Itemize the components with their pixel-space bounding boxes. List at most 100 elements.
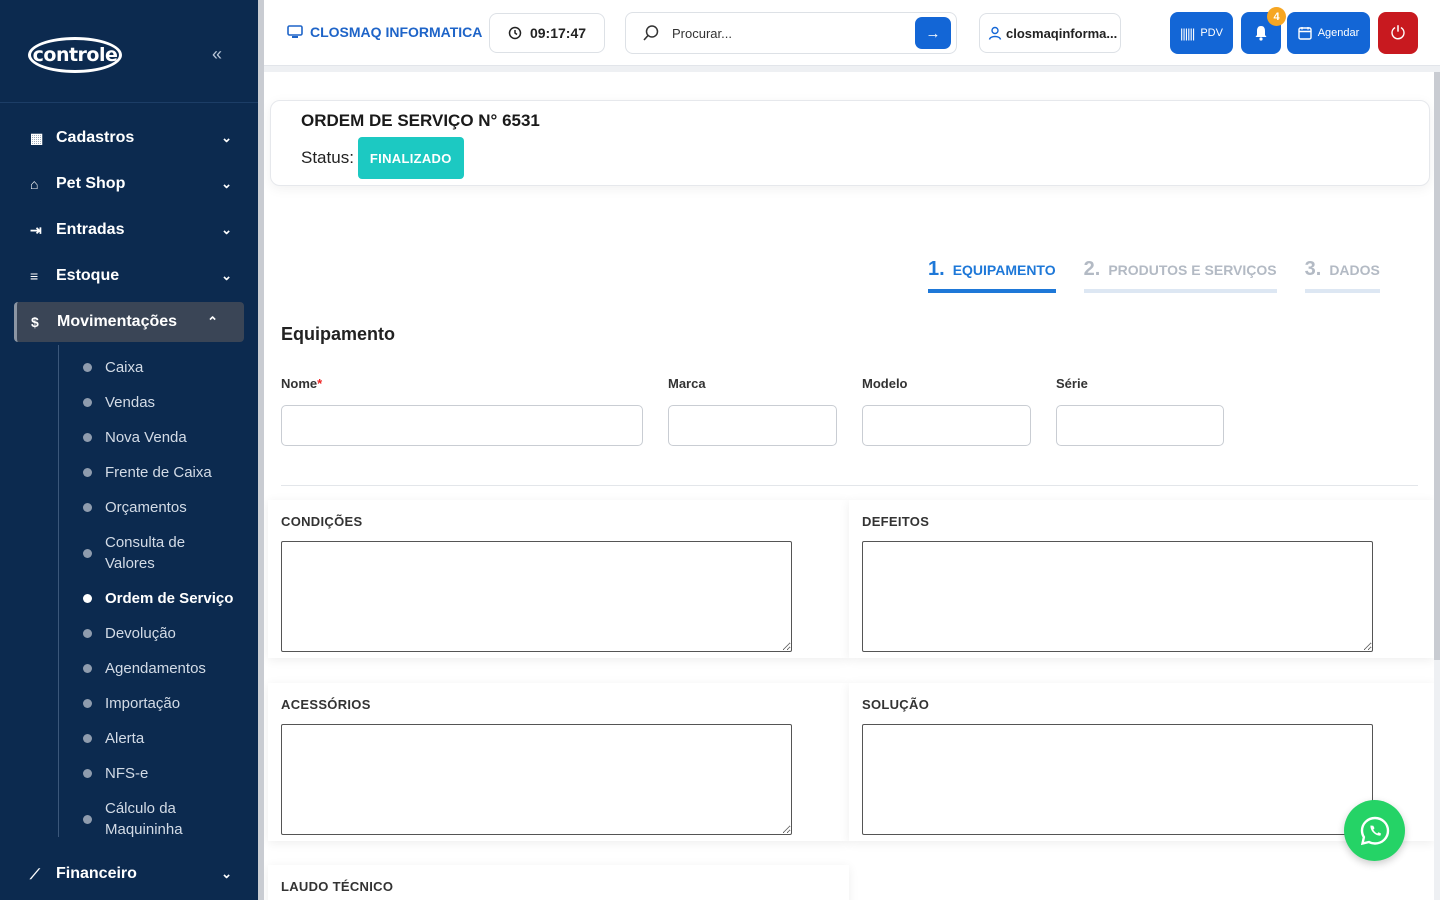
sidebar-item-label: Financeiro [56, 865, 137, 882]
sidebar-item-estoque[interactable]: ≡ Estoque ⌄ [0, 253, 258, 299]
submenu-label: Nova Venda [105, 429, 187, 446]
topbar: CLOSMAQ INFORMATICA 09:17:47 → closmaqin… [264, 0, 1440, 66]
submenu-item-caixa[interactable]: Caixa [0, 350, 258, 385]
bullet-icon [83, 629, 92, 638]
submenu-item-alerta[interactable]: Alerta [0, 721, 258, 756]
status-label: Status: [301, 148, 354, 167]
sidebar-item-label: Entradas [56, 221, 125, 238]
user-icon [988, 26, 1002, 40]
login-icon: ⇥ [30, 221, 42, 238]
dollar-icon: $ [31, 314, 39, 330]
bullet-icon [83, 769, 92, 778]
submenu-item-ordem-de-servico[interactable]: Ordem de Serviço [0, 581, 258, 616]
modelo-field[interactable] [862, 405, 1031, 446]
serie-label: Série [1056, 376, 1088, 391]
acessorios-label: ACESSÓRIOS [281, 697, 371, 712]
submenu-item-orcamentos[interactable]: Orçamentos [0, 490, 258, 525]
submenu-item-importacao[interactable]: Importação [0, 686, 258, 721]
submenu-item-agendamentos[interactable]: Agendamentos [0, 651, 258, 686]
agendar-label: Agendar [1317, 27, 1360, 39]
search-submit-button[interactable]: → [915, 17, 951, 49]
defeitos-textarea[interactable] [862, 541, 1373, 652]
sidebar-item-entradas[interactable]: ⇥ Entradas ⌄ [0, 207, 258, 253]
bell-icon [1255, 26, 1267, 41]
main-content: ORDEM DE SERVIÇO N° 6531 Status: FINALIZ… [264, 72, 1434, 900]
bullet-icon [83, 594, 92, 603]
submenu-label: Cálculo da Maquininha [105, 800, 183, 838]
step-number: 3. [1304, 258, 1322, 280]
chevron-up-icon: ⌃ [207, 314, 218, 329]
chevron-down-icon: ⌄ [221, 130, 232, 145]
condicoes-textarea[interactable] [281, 541, 792, 652]
condicoes-label: CONDIÇÕES [281, 514, 363, 529]
status-badge: FINALIZADO [357, 137, 464, 179]
list-icon: ≡ [30, 268, 39, 284]
bullet-icon [83, 699, 92, 708]
step-dados[interactable]: 3. DADOS [1304, 258, 1380, 293]
agendar-button[interactable]: Agendar [1287, 12, 1370, 54]
logout-button[interactable]: ⏻ [1378, 12, 1418, 54]
order-header-card: ORDEM DE SERVIÇO N° 6531 Status: FINALIZ… [270, 100, 1430, 186]
marca-field[interactable] [668, 405, 837, 446]
submenu-label: NFS-e [105, 765, 149, 782]
grid-icon: ▦ [30, 129, 44, 146]
sidebar-item-financeiro[interactable]: ⟋ Financeiro ⌄ [0, 851, 258, 897]
submenu-item-consulta-de-valores[interactable]: Consulta de Valores [0, 525, 258, 581]
chevron-down-icon: ⌄ [221, 222, 232, 237]
collapse-sidebar-icon[interactable]: « [212, 44, 222, 65]
bullet-icon [83, 468, 92, 477]
clock-time: 09:17:47 [529, 25, 587, 41]
app-logo[interactable]: controle [28, 37, 122, 73]
submenu-item-nova-venda[interactable]: Nova Venda [0, 420, 258, 455]
serie-field[interactable] [1056, 405, 1224, 446]
notifications-button[interactable]: 4 [1241, 7, 1286, 54]
submenu-label: Ordem de Serviço [105, 590, 234, 607]
chevron-down-icon: ⌄ [221, 176, 232, 191]
step-label: PRODUTOS E SERVIÇOS [1108, 262, 1277, 278]
clock-icon [508, 26, 522, 40]
sidebar-item-label: Cadastros [56, 129, 135, 146]
step-number: 1. [928, 258, 945, 280]
barcode-icon: |||||| [1180, 25, 1195, 41]
bullet-icon [83, 363, 92, 372]
whatsapp-button[interactable] [1344, 800, 1405, 861]
sidebar-item-label: Pet Shop [56, 175, 126, 192]
user-menu[interactable]: closmaqinforma... [979, 13, 1121, 53]
step-label: DADOS [1329, 262, 1380, 278]
divider [281, 485, 1418, 486]
notification-count-badge: 4 [1267, 7, 1286, 26]
step-equipamento[interactable]: 1. EQUIPAMENTO [928, 258, 1056, 293]
company-name: CLOSMAQ INFORMATICA [286, 24, 482, 40]
main-scrollbar[interactable] [1434, 72, 1440, 660]
acessorios-textarea[interactable] [281, 724, 792, 835]
nome-label-text: Nome [281, 376, 318, 391]
sidebar-item-cadastros[interactable]: ▦ Cadastros ⌄ [0, 115, 258, 161]
submenu-item-devolucao[interactable]: Devolução [0, 616, 258, 651]
power-icon: ⏻ [1390, 22, 1406, 43]
step-produtos-e-servicos[interactable]: 2. PRODUTOS E SERVIÇOS [1083, 258, 1277, 293]
solucao-textarea[interactable] [862, 724, 1373, 835]
movimentacoes-submenu: Caixa Vendas Nova Venda Frente de Caixa … [0, 345, 258, 847]
submenu-item-nfse[interactable]: NFS-e [0, 756, 258, 791]
sidebar-brand: controle « [0, 0, 258, 103]
pdv-button[interactable]: |||||| PDV [1170, 12, 1233, 54]
bullet-icon [83, 664, 92, 673]
submenu-item-frente-de-caixa[interactable]: Frente de Caixa [0, 455, 258, 490]
search-input[interactable] [672, 25, 902, 41]
sidebar-item-label: Movimentações [57, 313, 178, 330]
search-box: → [625, 12, 957, 54]
sidebar: controle « ▦ Cadastros ⌄ ⌂ Pet Shop ⌄ ⇥ … [0, 0, 258, 900]
submenu-label: Agendamentos [105, 660, 206, 677]
defeitos-card: DEFEITOS [849, 500, 1434, 658]
store-icon: ⌂ [30, 176, 39, 192]
submenu-item-calculo-da-maquininha[interactable]: Cálculo da Maquininha [0, 791, 258, 847]
bullet-icon [83, 398, 92, 407]
pdv-label: PDV [1200, 27, 1223, 39]
wizard-steps: 1. EQUIPAMENTO 2. PRODUTOS E SERVIÇOS 3.… [928, 258, 1380, 293]
sidebar-item-movimentacoes[interactable]: $ Movimentações ⌃ [14, 302, 244, 342]
condicoes-card: CONDIÇÕES [268, 500, 849, 658]
sidebar-item-pet-shop[interactable]: ⌂ Pet Shop ⌄ [0, 161, 258, 207]
nome-field[interactable] [281, 405, 643, 446]
submenu-item-vendas[interactable]: Vendas [0, 385, 258, 420]
whatsapp-icon [1360, 816, 1389, 845]
